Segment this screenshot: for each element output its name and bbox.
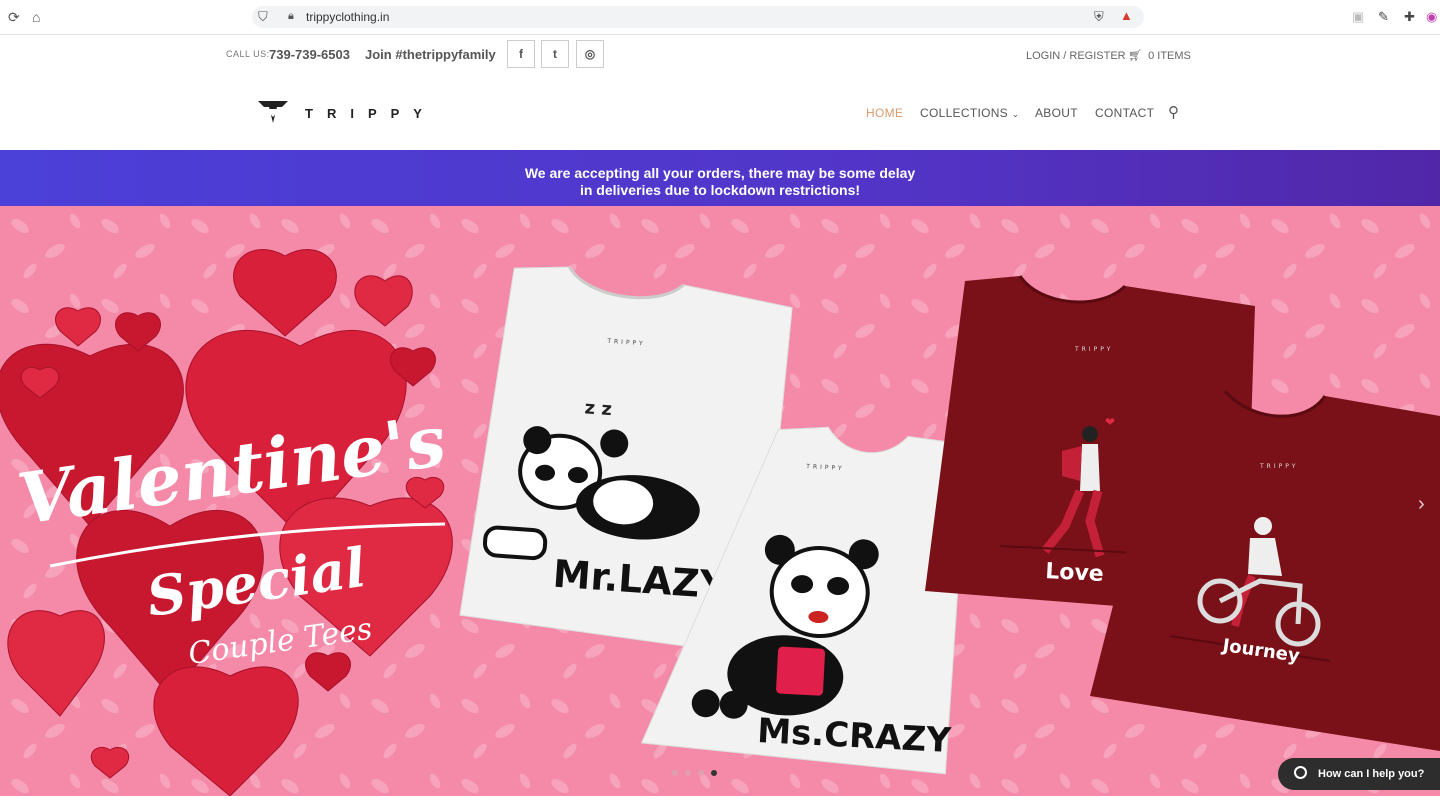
whatsapp-icon — [1294, 766, 1307, 779]
profile-icon[interactable]: ◉ — [1426, 9, 1437, 25]
svg-text:z z: z z — [584, 397, 613, 420]
cart-count: 0 ITEMS — [1148, 50, 1191, 62]
nav-contact[interactable]: CONTACT — [1095, 106, 1154, 120]
url-text[interactable]: trippyclothing.in — [306, 10, 389, 24]
trippy-logo-icon[interactable] — [256, 97, 290, 127]
nav-home[interactable]: HOME — [866, 106, 903, 120]
next-slide-arrow-icon[interactable]: › — [1418, 493, 1425, 516]
tagline: Join #thetrippyfamily — [365, 47, 496, 62]
home-icon[interactable]: ⌂ — [32, 9, 40, 25]
login-register-link[interactable]: LOGIN / REGISTER — [1026, 50, 1126, 62]
bookmark-icon[interactable]: ⛉ — [258, 9, 268, 25]
slider-dot[interactable] — [685, 770, 691, 776]
hero-artwork: Valentine's Special Couple Tees TRIPPY z… — [0, 206, 1440, 796]
svg-text:❤: ❤ — [1105, 415, 1115, 429]
address-bar[interactable]: ⛉ 🔒︎ trippyclothing.in ⛨ ▲ — [252, 6, 1144, 28]
cart-icon: 🛒︎ — [1128, 50, 1142, 62]
whatsapp-chat-button[interactable]: How can I help you? — [1278, 758, 1440, 790]
page-bottom-strip — [0, 796, 1440, 810]
lock-icon: 🔒︎ — [288, 10, 294, 22]
nav-collections[interactable]: COLLECTIONS ⌄ — [920, 106, 1019, 120]
notice-line-2: in deliveries due to lockdown restrictio… — [579, 182, 861, 198]
svg-text:TRIPPY: TRIPPY — [1259, 463, 1298, 470]
notice-line-1: We are accepting all your orders, there … — [524, 165, 916, 181]
puzzle-icon[interactable]: ✚ — [1404, 9, 1415, 25]
facebook-icon[interactable]: f — [507, 40, 535, 68]
search-icon[interactable]: ⚲ — [1168, 103, 1179, 121]
slider-dot[interactable] — [698, 770, 704, 776]
notice-banner: We are accepting all your orders, there … — [0, 150, 1440, 206]
extension-icon[interactable]: ▣ — [1352, 9, 1364, 25]
call-us-label: CALL US: — [226, 49, 270, 59]
logo-text[interactable]: TRIPPY — [305, 106, 436, 121]
svg-text:TRIPPY: TRIPPY — [1074, 346, 1113, 353]
hero-slider[interactable]: Valentine's Special Couple Tees TRIPPY z… — [0, 206, 1440, 796]
brave-shield-icon[interactable]: ⛨ — [1094, 9, 1104, 25]
slider-dot[interactable] — [672, 770, 678, 776]
shirt-text-love: Love — [1045, 559, 1105, 587]
reload-icon[interactable]: ⟳ — [8, 9, 20, 26]
eyedropper-icon[interactable]: ✎ — [1378, 9, 1389, 25]
cart-link[interactable]: 🛒︎ 0 ITEMS — [1128, 49, 1191, 62]
chat-label: How can I help you? — [1318, 768, 1425, 780]
instagram-icon[interactable]: ◎ — [576, 40, 604, 68]
top-info-bar: CALL US: 739-739-6503 Join #thetrippyfam… — [0, 34, 1440, 78]
nav-about[interactable]: ABOUT — [1035, 106, 1078, 120]
browser-toolbar: ⟳ ⌂ ⛉ 🔒︎ trippyclothing.in ⛨ ▲ ▣ ✎ ✚ ◉ — [0, 0, 1440, 35]
slider-dot-active[interactable] — [711, 770, 717, 776]
brave-rewards-icon[interactable]: ▲ — [1120, 8, 1133, 23]
chevron-down-icon: ⌄ — [1011, 109, 1020, 119]
site-header: TRIPPY HOME COLLECTIONS ⌄ ABOUT CONTACT … — [0, 78, 1440, 150]
slider-dots — [672, 763, 724, 781]
twitter-icon[interactable]: t — [541, 40, 569, 68]
nav-collections-label: COLLECTIONS — [920, 106, 1008, 120]
phone-number[interactable]: 739-739-6503 — [269, 47, 350, 62]
